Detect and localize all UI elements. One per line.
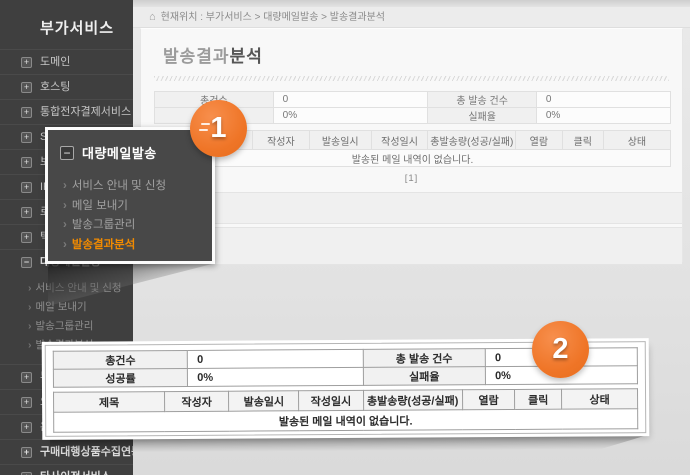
sidebar-subitem-group-manage[interactable]: › 발송그룹관리: [0, 317, 133, 336]
plus-icon: +: [21, 372, 32, 383]
callout-menu-item: › 서비스 안내 및 신청: [63, 177, 212, 197]
plus-icon: +: [21, 82, 32, 93]
placeholder-strip-2: [141, 227, 682, 265]
plus-icon: +: [21, 132, 32, 143]
callout-menu-item-active: › 발송결과분석: [63, 236, 212, 256]
plus-icon: +: [21, 107, 32, 118]
summary-label: 총건수: [53, 350, 187, 369]
col-header-open: 열람: [516, 131, 562, 150]
plus-icon: +: [21, 447, 32, 458]
arrow-icon: ›: [28, 301, 32, 313]
summary-value: 0: [536, 92, 670, 108]
page-title: 발송결과분석: [163, 42, 682, 67]
home-icon: ⌂: [149, 11, 156, 23]
top-strip: [133, 0, 690, 7]
menu-item-label: 발송결과분석: [72, 239, 135, 251]
plus-icon: +: [21, 157, 32, 168]
minus-icon: −: [60, 146, 74, 160]
callout-2-number: 2: [552, 333, 568, 366]
sidebar-item-label: 통합전자결제서비스: [40, 106, 131, 118]
col-header-click: 클릭: [515, 389, 562, 409]
menu-item-label: 서비스 안내 및 신청: [72, 180, 166, 192]
callout-2-badge: 2: [532, 321, 589, 378]
sidebar-item-domain[interactable]: + 도메인: [0, 49, 133, 74]
submenu-label: 발송그룹관리: [36, 320, 94, 332]
pagination[interactable]: [1]: [141, 173, 682, 184]
summary-label: 총 발송 건수: [428, 92, 536, 108]
col-header-author: 작성자: [253, 131, 310, 150]
callout-menu-item: › 발송그룹관리: [63, 216, 212, 236]
col-header-author: 작성자: [164, 391, 228, 411]
placeholder-strip-1: [141, 192, 682, 224]
summary-value: 0%: [188, 367, 363, 386]
minus-icon: −: [21, 257, 32, 268]
col-header-senddate: 발송일시: [309, 131, 371, 150]
sidebar-item-label: 타사이전서비스: [40, 471, 111, 475]
callout-menu-panel: − 대량메일발송 › 서비스 안내 및 신청 › 메일 보내기 › 발송그룹관리 › 발…: [45, 127, 215, 264]
col-header-status: 상태: [562, 389, 638, 409]
col-header-total: 총발송량(성공/실패): [363, 390, 462, 411]
summary-value: 0: [188, 349, 363, 368]
page-title-bold: 분석: [230, 47, 263, 66]
col-header-writedate: 작성일시: [299, 390, 363, 410]
sidebar-item-transfer-service[interactable]: +타사이전서비스: [0, 464, 133, 475]
callout-menu-title: 대량메일발송: [82, 143, 157, 162]
arrow-icon: ›: [28, 339, 32, 351]
summary-label: 실패율: [363, 367, 486, 386]
col-header-total: 총발송량(성공/실패): [428, 131, 516, 150]
col-header-senddate: 발송일시: [229, 391, 299, 411]
callout-menu-list: › 서비스 안내 및 신청 › 메일 보내기 › 발송그룹관리 › 발송결과분석: [63, 177, 212, 255]
arrow-icon: ›: [63, 219, 67, 231]
menu-item-label: 발송그룹관리: [72, 219, 135, 231]
empty-message: 발송된 메일 내역이 없습니다.: [54, 409, 638, 433]
plus-icon: +: [21, 182, 32, 193]
summary-value: 0%: [536, 108, 670, 124]
sidebar-item-label: 호스팅: [40, 81, 70, 93]
plus-icon: +: [21, 207, 32, 218]
callout-menu-item: › 메일 보내기: [63, 197, 212, 217]
col-header-writedate: 작성일시: [371, 131, 428, 150]
arrow-icon: ›: [28, 320, 32, 332]
menu-item-label: 메일 보내기: [72, 200, 128, 212]
sidebar-item-payment[interactable]: + 통합전자결제서비스: [0, 99, 133, 124]
summary-value: 0: [273, 92, 428, 108]
plus-icon: +: [21, 232, 32, 243]
breadcrumb-text: 현재위치 : 부가서비스 > 대량메일발송 > 발송결과분석: [161, 12, 385, 23]
summary-label: 실패율: [428, 108, 536, 124]
col-header-click: 클릭: [562, 131, 603, 150]
arrow-icon: ›: [63, 180, 67, 192]
page-title-light: 발송결과: [163, 47, 230, 66]
summary-label: 성공률: [53, 368, 187, 387]
col-header-status: 상태: [603, 131, 670, 150]
sidebar-item-label: 도메인: [40, 56, 70, 68]
plus-icon: +: [21, 57, 32, 68]
sidebar-item-hosting[interactable]: + 호스팅: [0, 74, 133, 99]
arrow-icon: ›: [63, 200, 67, 212]
hatched-divider: [154, 76, 669, 81]
col-header-title: 제목: [54, 392, 165, 413]
plus-icon: +: [21, 422, 32, 433]
sidebar-title: 부가서비스: [0, 0, 133, 49]
callout-menu-header: − 대량메일발송: [60, 143, 212, 162]
callout-mail-list-table: 제목 작성자 발송일시 작성일시 총발송량(성공/실패) 열람 클릭 상태 발송…: [53, 388, 638, 433]
screen: 부가서비스 +도메인 +호스팅 +통합전자결제서비스 +SMS +보안 +IPI…: [0, 0, 690, 475]
callout-dashes: [199, 129, 208, 131]
plus-icon: +: [21, 397, 32, 408]
callout-1-number: 1: [210, 112, 226, 145]
arrow-icon: ›: [63, 239, 67, 251]
submenu-label: 메일 보내기: [36, 301, 87, 313]
callout-1-badge: 1: [190, 100, 247, 157]
table-empty-row: 발송된 메일 내역이 없습니다.: [54, 409, 638, 433]
arrow-icon: ›: [28, 282, 32, 294]
col-header-open: 열람: [462, 389, 515, 409]
summary-label: 총 발송 건수: [363, 349, 486, 368]
breadcrumb: ⌂ 현재위치 : 부가서비스 > 대량메일발송 > 발송결과분석: [133, 7, 690, 28]
summary-value: 0%: [273, 108, 428, 124]
